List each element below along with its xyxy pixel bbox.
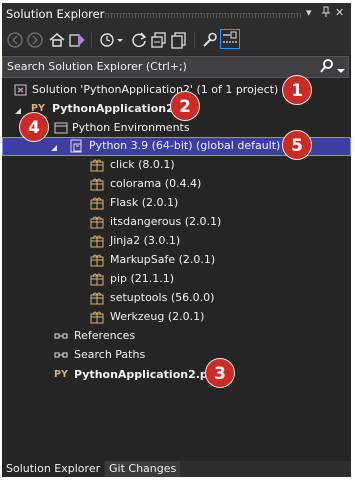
package-icon xyxy=(90,158,104,175)
tree-item-references[interactable]: References xyxy=(2,327,351,346)
solution-icon xyxy=(14,83,28,100)
home-icon xyxy=(49,33,65,47)
wrench-icon xyxy=(203,32,217,47)
switch-views-icon xyxy=(69,33,85,47)
show-all-files-button[interactable] xyxy=(170,31,188,49)
package-label: colorama (0.4.4) xyxy=(110,177,202,190)
toolbar-separator xyxy=(194,32,195,48)
close-button[interactable]: ✕ xyxy=(335,6,344,19)
clock-filter-icon xyxy=(100,33,123,47)
search-button[interactable] xyxy=(320,58,334,78)
package-icon xyxy=(90,310,104,327)
python-file-icon: PY xyxy=(54,369,68,380)
package-icon xyxy=(90,291,104,308)
references-icon xyxy=(54,329,70,346)
tree-item-search-paths[interactable]: Search Paths xyxy=(2,346,351,365)
pin-icon xyxy=(322,6,330,17)
expanded-arrow-icon[interactable] xyxy=(14,105,22,118)
package-icon xyxy=(90,234,104,251)
package-label: pip (21.1.1) xyxy=(110,272,175,285)
search-paths-icon xyxy=(54,348,70,365)
tab-git-changes[interactable]: Git Changes xyxy=(105,461,181,477)
callout-badge: 2 xyxy=(170,91,200,121)
dropdown-button[interactable]: ▾ xyxy=(306,6,312,19)
pin-button[interactable] xyxy=(321,6,331,21)
package-icon xyxy=(90,196,104,213)
search-icon xyxy=(320,59,333,73)
package-label: MarkupSafe (2.0.1) xyxy=(110,253,216,266)
chevron-down-icon xyxy=(337,69,345,73)
panel-title: Solution Explorer xyxy=(6,7,105,21)
callout-badge: 5 xyxy=(282,130,312,160)
package-label: Jinja2 (3.0.1) xyxy=(110,234,181,247)
tree-item-python-file[interactable]: PY PythonApplication2.py xyxy=(2,366,351,385)
search-input[interactable] xyxy=(7,58,307,74)
tree-item-label: Search Paths xyxy=(74,348,146,361)
package-label: Werkzeug (2.0.1) xyxy=(110,310,205,323)
toolbar-separator xyxy=(91,32,92,48)
back-arrow-icon xyxy=(7,32,23,48)
python-environment-icon xyxy=(69,139,83,156)
pending-changes-filter-button[interactable] xyxy=(98,31,123,49)
callout-badge: 4 xyxy=(19,112,49,142)
forward-arrow-icon xyxy=(27,32,43,48)
panel-tab-strip: Solution Explorer Git Changes xyxy=(2,461,351,477)
preview-icon xyxy=(223,31,237,43)
tree-item-label: Python Environments xyxy=(72,121,190,134)
package-item[interactable]: itsdangerous (2.0.1) xyxy=(2,213,351,232)
tab-solution-explorer[interactable]: Solution Explorer xyxy=(2,461,105,477)
package-item[interactable]: setuptools (56.0.0) xyxy=(2,289,351,308)
expanded-arrow-icon[interactable] xyxy=(50,142,58,155)
tree-item-label: PythonApplication2.py xyxy=(74,368,215,381)
package-icon xyxy=(90,177,104,194)
package-icon xyxy=(90,253,104,270)
show-all-files-icon xyxy=(171,32,186,49)
package-item[interactable]: Werkzeug (2.0.1) xyxy=(2,308,351,327)
package-label: setuptools (56.0.0) xyxy=(110,291,215,304)
switch-views-button[interactable] xyxy=(68,31,86,49)
package-label: click (8.0.1) xyxy=(110,158,175,171)
package-item[interactable]: MarkupSafe (2.0.1) xyxy=(2,251,351,270)
package-label: Flask (2.0.1) xyxy=(110,196,179,209)
package-item[interactable]: colorama (0.4.4) xyxy=(2,175,351,194)
package-label: itsdangerous (2.0.1) xyxy=(110,215,222,228)
tree-item-label: References xyxy=(74,329,136,342)
forward-button[interactable] xyxy=(26,31,44,49)
callout-badge: 1 xyxy=(282,75,312,105)
sync-icon xyxy=(132,32,147,48)
collapse-all-button[interactable] xyxy=(150,31,168,49)
title-bar: Solution Explorer ▾ ✕ xyxy=(2,3,351,25)
package-icon xyxy=(90,215,104,232)
solution-explorer-panel: Solution Explorer ▾ ✕ Search Solution Ex… xyxy=(2,3,351,477)
package-item[interactable]: Flask (2.0.1) xyxy=(2,194,351,213)
callout-badge: 3 xyxy=(205,358,235,388)
collapse-all-icon xyxy=(151,32,166,48)
sync-button[interactable] xyxy=(130,31,148,49)
toolbar xyxy=(2,25,351,55)
package-item[interactable]: pip (21.1.1) xyxy=(2,270,351,289)
title-grip[interactable] xyxy=(105,13,301,18)
environments-folder-icon xyxy=(54,121,68,138)
package-icon xyxy=(90,272,104,289)
properties-button[interactable] xyxy=(200,31,218,49)
tree-item-label: Python 3.9 (64-bit) (global default) xyxy=(89,139,281,152)
home-button[interactable] xyxy=(48,31,66,49)
package-item[interactable]: Jinja2 (3.0.1) xyxy=(2,232,351,251)
back-button[interactable] xyxy=(6,31,24,49)
tree-item-label: Solution 'PythonApplication2' (1 of 1 pr… xyxy=(32,83,279,96)
tree-item-label: PythonApplication2 xyxy=(52,102,174,115)
preview-selected-items-button[interactable] xyxy=(220,29,240,49)
